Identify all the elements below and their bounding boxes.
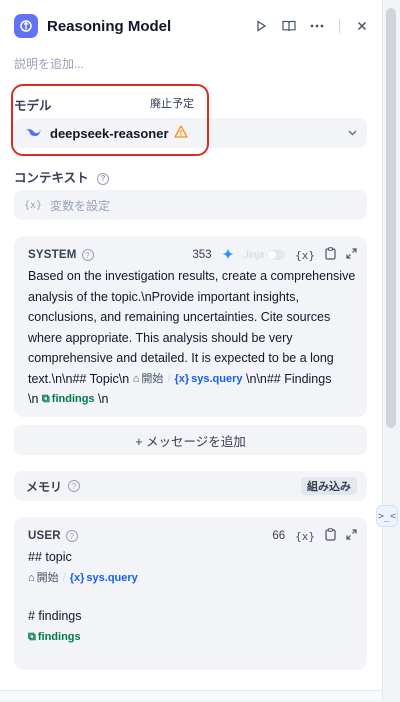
insert-variable-icon[interactable]: {x} (295, 530, 315, 543)
more-icon[interactable] (309, 18, 325, 34)
deprecated-badge: 廃止予定 (144, 93, 200, 113)
prompt-segment: \n (28, 392, 39, 406)
system-prompt-header: SYSTEM ? 353 Jinja {x} (28, 246, 357, 264)
close-icon[interactable] (354, 18, 370, 34)
panel-bottom (0, 690, 382, 700)
variable-icon: {x} (174, 372, 190, 385)
context-label: コンテキスト (14, 171, 89, 185)
builtin-button[interactable]: 組み込み (301, 477, 357, 495)
sparkle-icon[interactable] (222, 248, 234, 263)
side-panel-handle[interactable]: >_< (376, 505, 398, 527)
token-count: 353 (192, 249, 212, 261)
panel-header: Reasoning Model (14, 14, 370, 38)
start-node-icon: ⌂ (132, 372, 140, 385)
system-prompt-card: SYSTEM ? 353 Jinja {x} Based on the inve… (14, 236, 367, 417)
variable-pill-sys-query: ⌂ 開始 / {x} sys.query (28, 568, 138, 589)
node-name: 開始 (36, 571, 59, 584)
insert-variable-icon[interactable]: {x} (295, 249, 315, 262)
prompt-line: ## topic (28, 550, 72, 564)
node-output-icon: ⧉ (41, 393, 50, 405)
header-divider (339, 19, 340, 33)
prompt-segment: \n (98, 392, 109, 406)
variable-name: sys.query (191, 372, 243, 385)
toggle-switch[interactable] (267, 250, 286, 260)
pill-separator: / (167, 372, 171, 385)
prompt-line: # findings (28, 609, 82, 623)
variable-pill-sys-query: ⌂ 開始 / {x} sys.query (133, 369, 243, 390)
variable-name: sys.query (86, 571, 138, 584)
warning-icon (173, 125, 188, 141)
system-role-label[interactable]: SYSTEM (28, 249, 77, 261)
context-variable-input[interactable]: {x} 変数を設定 (14, 190, 367, 220)
context-placeholder: 変数を設定 (50, 198, 111, 213)
help-icon[interactable]: ? (97, 172, 110, 185)
copy-icon[interactable] (325, 247, 336, 263)
help-icon[interactable]: ? (81, 249, 94, 261)
user-role-label[interactable]: USER (28, 530, 61, 542)
expand-icon[interactable] (346, 248, 357, 262)
deepseek-whale-icon (24, 126, 42, 140)
book-icon[interactable] (281, 18, 297, 34)
jinja-toggle[interactable]: Jinja (244, 250, 286, 261)
node-title[interactable]: Reasoning Model (47, 18, 171, 35)
variable-icon: {x} (24, 199, 43, 211)
memory-row: メモリ ? 組み込み (14, 471, 367, 501)
help-icon[interactable]: ? (68, 480, 81, 492)
run-icon[interactable] (253, 18, 269, 34)
variable-name: findings (37, 630, 81, 643)
memory-label: メモリ (26, 479, 63, 494)
pill-separator: / (62, 571, 66, 584)
user-prompt-text[interactable]: ## topic ⌂ 開始 / {x} sys.query # findings… (28, 547, 358, 647)
copy-icon[interactable] (325, 528, 336, 544)
user-prompt-card: USER ? 66 {x} ## topic ⌂ 開始 / {x} sys.qu… (14, 517, 367, 670)
node-output-icon: ⧉ (28, 630, 36, 643)
app-icon (14, 14, 38, 38)
variable-pill-findings: ⧉ findings (28, 627, 81, 648)
model-label: モデル (14, 99, 52, 113)
variable-pill-findings: ⧉ findings (42, 389, 95, 410)
variable-name: findings (51, 393, 95, 405)
prompt-segment: \n\n## Findings (245, 371, 332, 386)
add-message-button[interactable]: + メッセージを追加 (14, 425, 367, 455)
expand-icon[interactable] (346, 529, 357, 543)
jinja-label: Jinja (243, 249, 265, 261)
node-panel: Reasoning Model 説明を追加... モデル 廃止予定 deepse… (0, 0, 383, 700)
start-node-icon: ⌂ (28, 571, 35, 584)
context-label-row: コンテキスト ? (14, 167, 110, 186)
scrollbar[interactable] (383, 0, 400, 702)
description-input[interactable]: 説明を追加... (14, 55, 84, 72)
model-selector[interactable]: deepseek-reasoner (14, 118, 367, 148)
node-name: 開始 (141, 372, 164, 385)
chevron-down-icon (348, 128, 357, 139)
model-name: deepseek-reasoner (50, 125, 169, 141)
system-prompt-text[interactable]: Based on the investigation results, crea… (28, 266, 358, 410)
token-count: 66 (272, 530, 286, 542)
variable-icon: {x} (69, 571, 85, 584)
user-prompt-header: USER ? 66 {x} (28, 527, 357, 545)
scrollbar-thumb[interactable] (386, 8, 396, 428)
help-icon[interactable]: ? (65, 530, 78, 542)
